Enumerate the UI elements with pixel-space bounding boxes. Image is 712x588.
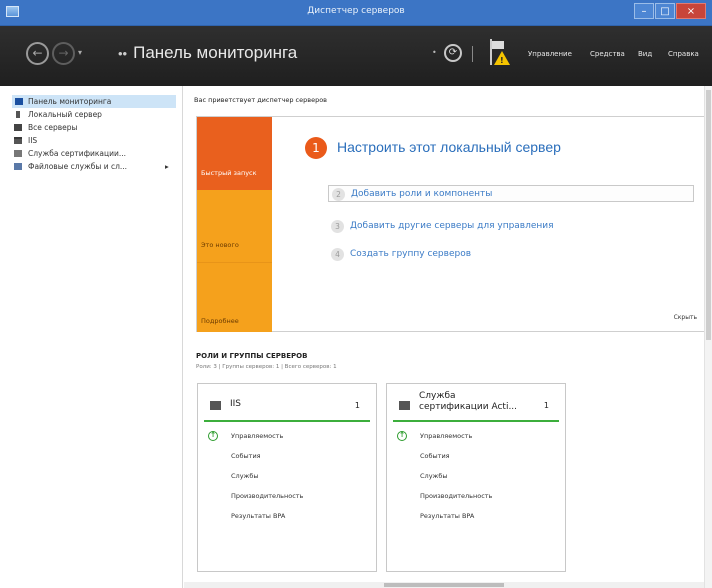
sidebar-item-label: IIS (28, 136, 38, 145)
toolbar-divider (472, 46, 473, 62)
tile-title: Служба сертификации Acti... (419, 391, 529, 413)
scrollbar-thumb[interactable] (706, 90, 711, 340)
tile-row-services[interactable]: Службы (420, 472, 448, 480)
tab-quick-start[interactable]: Быстрый запуск (197, 117, 272, 190)
menu-tools[interactable]: Средства (590, 50, 625, 58)
roles-heading: РОЛИ И ГРУППЫ СЕРВЕРОВ (196, 352, 308, 360)
step-label: Добавить другие серверы для управления (350, 221, 554, 231)
dashboard-icon (15, 98, 23, 105)
chevron-right-icon: ▸ (165, 162, 169, 171)
role-tile-certificate-services[interactable]: Служба сертификации Acti... 1 ↑ Управляе… (386, 383, 566, 572)
configure-local-server-link[interactable]: Настроить этот локальный сервер (337, 139, 561, 155)
step-label: Создать группу серверов (350, 249, 472, 259)
window-controls: – □ × (634, 3, 706, 21)
role-tile-iis[interactable]: IIS 1 ↑ Управляемость События Службы Про… (197, 383, 377, 572)
roles-summary: Роли: 3 | Группы серверов: 1 | Всего сер… (196, 364, 337, 370)
window-title: Диспетчер серверов (307, 6, 405, 16)
sidebar-item-label: Все серверы (28, 123, 78, 132)
tile-row-manageability[interactable]: Управляемость (231, 432, 283, 440)
tile-title: IIS (230, 399, 242, 409)
menu-help[interactable]: Справка (668, 50, 699, 58)
add-servers-link[interactable]: 3 Добавить другие серверы для управления (328, 218, 694, 235)
tile-count: 1 (354, 401, 360, 410)
dot-icon: • (432, 48, 437, 57)
quick-start-panel: Быстрый запуск Это нового Подробнее 1 На… (196, 116, 707, 332)
sidebar-item-local-server[interactable]: Локальный сервер (0, 108, 182, 121)
sidebar-item-iis[interactable]: IIS (0, 134, 182, 147)
iis-icon (210, 401, 221, 410)
iis-icon (14, 137, 22, 144)
main-content: Вас приветствует диспетчер серверов Быст… (184, 86, 712, 588)
refresh-icon[interactable]: ⟳ (444, 44, 462, 62)
close-button[interactable]: × (676, 3, 706, 19)
step-number-badge: 1 (305, 137, 327, 159)
breadcrumb: •• Панель мониторинга (118, 43, 297, 63)
menu-manage[interactable]: Управление (528, 50, 572, 58)
tile-row-manageability[interactable]: Управляемость (420, 432, 472, 440)
breadcrumb-prefix: •• (118, 46, 128, 61)
page-title: Панель мониторинга (133, 43, 298, 62)
tile-row-bpa[interactable]: Результаты BPA (231, 512, 285, 520)
server-icon (16, 111, 20, 118)
create-server-group-link[interactable]: 4 Создать группу серверов (328, 246, 694, 263)
servers-icon (14, 124, 22, 131)
tile-title-line2: сертификации Acti... (419, 402, 518, 412)
status-ok-icon: ↑ (208, 431, 218, 441)
menu-view[interactable]: Вид (638, 50, 652, 58)
step-number: 4 (331, 248, 344, 261)
add-roles-link[interactable]: 2 Добавить роли и компоненты (328, 185, 694, 202)
tile-row-performance[interactable]: Производительность (231, 492, 303, 500)
forward-button[interactable]: → (52, 42, 75, 65)
tile-row-performance[interactable]: Производительность (420, 492, 492, 500)
toolbar: ← → ▾ •• Панель мониторинга • ⟳ ! Управле… (0, 26, 712, 86)
hide-link[interactable]: Скрыть (674, 314, 697, 321)
certificate-icon (14, 150, 22, 157)
file-services-icon (14, 163, 22, 170)
tile-row-bpa[interactable]: Результаты BPA (420, 512, 474, 520)
sidebar-item-dashboard[interactable]: Панель мониторинга (12, 95, 176, 108)
tile-count: 1 (543, 401, 549, 410)
sidebar-item-file-services[interactable]: Файловые службы и сл... ▸ (0, 160, 182, 173)
step-number: 2 (332, 188, 345, 201)
tile-row-services[interactable]: Службы (231, 472, 259, 480)
sidebar-item-label: Служба сертификации... (28, 149, 126, 158)
flag-warning-icon[interactable]: ! (488, 39, 510, 67)
certificate-icon (399, 401, 410, 410)
horizontal-scrollbar[interactable] (184, 582, 704, 588)
step-number: 3 (331, 220, 344, 233)
title-bar: Диспетчер серверов – □ × (0, 0, 712, 26)
vertical-scrollbar[interactable] (704, 86, 712, 588)
sidebar: Панель мониторинга Локальный сервер Все … (0, 86, 183, 588)
sidebar-item-certificate-services[interactable]: Служба сертификации... (0, 147, 182, 160)
sidebar-item-all-servers[interactable]: Все серверы (0, 121, 182, 134)
maximize-button[interactable]: □ (655, 3, 675, 19)
tile-row-events[interactable]: События (231, 452, 261, 460)
scrollbar-thumb[interactable] (384, 583, 504, 587)
history-dropdown-icon[interactable]: ▾ (78, 48, 82, 57)
tile-row-events[interactable]: События (420, 452, 450, 460)
step-label: Добавить роли и компоненты (351, 189, 493, 199)
back-button[interactable]: ← (26, 42, 49, 65)
tile-header[interactable]: Служба сертификации Acti... 1 (393, 384, 559, 422)
sidebar-item-label: Панель мониторинга (28, 97, 112, 106)
status-ok-icon: ↑ (397, 431, 407, 441)
minimize-button[interactable]: – (634, 3, 654, 19)
sidebar-item-label: Локальный сервер (28, 110, 102, 119)
tile-title-line1: Служба (419, 391, 456, 401)
tab-learn-more[interactable]: Подробнее (197, 262, 272, 332)
tab-whats-new[interactable]: Это нового (197, 190, 272, 262)
tile-header[interactable]: IIS 1 (204, 384, 370, 422)
sidebar-item-label: Файловые службы и сл... (28, 162, 128, 171)
welcome-heading: Вас приветствует диспетчер серверов (194, 96, 328, 104)
